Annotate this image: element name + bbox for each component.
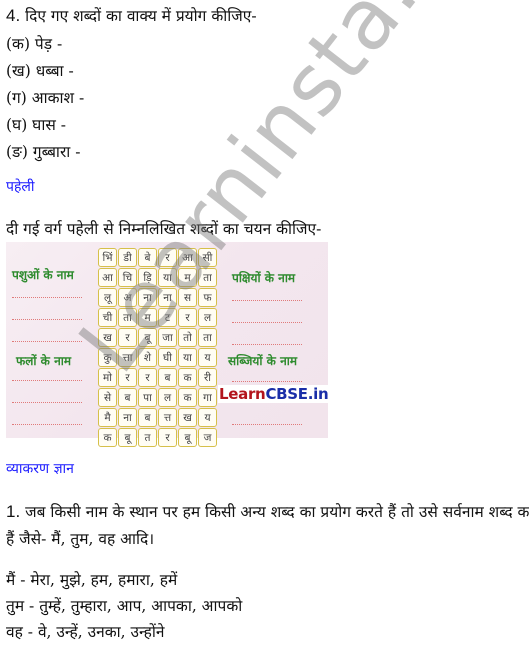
- grid-cell: तो: [178, 328, 197, 347]
- grid-cell: गा: [198, 388, 217, 407]
- question-item: (ग) आकाश -: [6, 89, 85, 107]
- grid-cell: बू: [138, 328, 157, 347]
- grid-cell: र: [158, 248, 177, 267]
- answer-line: [12, 341, 82, 342]
- answer-line: [232, 381, 302, 382]
- letter-grid: भिं डी बे र आ सी आ चि ड़ि या म ता लू अ ना ना स फ ची ता म ट र ल ख…: [98, 248, 217, 447]
- brand-part-2: CBSE.in: [265, 385, 329, 403]
- grid-cell: त्त: [158, 408, 177, 427]
- grid-cell: फ: [198, 288, 217, 307]
- grid-cell: ब: [138, 408, 157, 427]
- grammar-heading-link[interactable]: व्याकरण ज्ञान: [6, 459, 74, 479]
- grid-cell: मो: [98, 368, 117, 387]
- answer-line: [12, 380, 82, 381]
- category-animals: पशुओं के नाम: [12, 268, 74, 282]
- grid-cell: क: [98, 428, 117, 447]
- grid-cell: स: [178, 288, 197, 307]
- grid-cell: ता: [118, 308, 137, 327]
- grid-cell: आ: [98, 268, 117, 287]
- question-item: (ङ) गुब्बारा -: [6, 143, 81, 161]
- grid-cell: ड़ि: [138, 268, 157, 287]
- grid-cell: अ: [118, 288, 137, 307]
- grid-cell: पा: [138, 388, 157, 407]
- grid-cell: ख: [98, 328, 117, 347]
- pronoun-example: मैं - मेरा, मुझे, हम, हमारा, हमें: [6, 571, 178, 589]
- category-birds: पक्षियों के नाम: [232, 271, 296, 285]
- question-number: 4.: [6, 6, 21, 25]
- question-item: (क) पेड़ -: [6, 35, 63, 53]
- grid-cell: कु: [98, 348, 117, 367]
- grammar-text-line-2: हैं जैसे- मैं, तुम, वह आदि।: [6, 530, 155, 548]
- grid-cell: आ: [178, 248, 197, 267]
- brand-logo: LearnCBSE.in: [218, 385, 330, 403]
- grid-cell: र: [158, 428, 177, 447]
- grid-cell: से: [98, 388, 117, 407]
- answer-line: [232, 300, 302, 301]
- grid-cell: त्ता: [118, 348, 137, 367]
- grammar-text-line-1: 1. जब किसी नाम के स्थान पर हम किसी अन्य …: [6, 502, 529, 522]
- question-text: दिए गए शब्दों का वाक्य में प्रयोग कीजिए-: [25, 7, 257, 25]
- grid-cell: ज: [198, 428, 217, 447]
- grid-cell: ब: [118, 388, 137, 407]
- word-puzzle-image: पशुओं के नाम फलों के नाम भिं डी बे र आ सी आ चि ड…: [6, 242, 330, 447]
- grid-cell: ची: [98, 308, 117, 327]
- answer-line: [12, 319, 82, 320]
- grid-cell: सी: [198, 248, 217, 267]
- pronoun-example: तुम - तुम्हें, तुम्हारा, आप, आपका, आपको: [6, 597, 243, 615]
- grid-cell: री: [198, 368, 217, 387]
- answer-line: [232, 344, 302, 345]
- grid-cell: शे: [138, 348, 157, 367]
- grid-cell: क: [178, 388, 197, 407]
- grid-cell: य: [198, 348, 217, 367]
- question-4-title: 4. दिए गए शब्दों का वाक्य में प्रयोग कीज…: [6, 6, 257, 26]
- answer-line: [12, 297, 82, 298]
- category-vegetables: सब्जियों के नाम: [228, 354, 298, 368]
- grid-cell: डी: [118, 248, 137, 267]
- grid-cell: क: [178, 368, 197, 387]
- grid-cell: बू: [118, 428, 137, 447]
- grid-cell: ना: [118, 408, 137, 427]
- grid-cell: ब: [158, 368, 177, 387]
- grid-cell: र: [118, 368, 137, 387]
- grid-cell: ल: [158, 388, 177, 407]
- answer-line: [232, 424, 302, 425]
- brand-part-1: Learn: [219, 385, 266, 403]
- category-fruits: फलों के नाम: [16, 354, 72, 368]
- grammar-text: जब किसी नाम के स्थान पर हम किसी अन्य शब्…: [25, 503, 529, 521]
- grid-cell: बे: [138, 248, 157, 267]
- grammar-number: 1.: [6, 502, 21, 521]
- grid-cell: र: [178, 308, 197, 327]
- grid-cell: ल: [198, 308, 217, 327]
- grid-cell: ट: [158, 308, 177, 327]
- puzzle-heading-link[interactable]: पहेली: [6, 177, 35, 197]
- grid-cell: मै: [98, 408, 117, 427]
- grid-cell: ख: [178, 408, 197, 427]
- grid-cell: भिं: [98, 248, 117, 267]
- answer-line: [12, 402, 82, 403]
- question-item: (ख) धब्बा -: [6, 62, 74, 80]
- question-item: (घ) घास -: [6, 116, 66, 134]
- grid-cell: जा: [158, 328, 177, 347]
- grid-cell: य: [198, 408, 217, 427]
- pronoun-example: वह - वे, उन्हें, उनका, उन्होंने: [6, 623, 165, 641]
- grid-cell: ता: [198, 328, 217, 347]
- grid-cell: या: [158, 268, 177, 287]
- grid-cell: ना: [158, 288, 177, 307]
- grid-cell: त: [138, 428, 157, 447]
- grid-cell: म: [138, 308, 157, 327]
- grid-cell: र: [118, 328, 137, 347]
- grid-cell: घी: [158, 348, 177, 367]
- grid-cell: या: [178, 348, 197, 367]
- grid-cell: चि: [118, 268, 137, 287]
- puzzle-instruction: दी गई वर्ग पहेली से निम्नलिखित शब्दों का…: [6, 220, 322, 238]
- grid-cell: लू: [98, 288, 117, 307]
- grid-cell: र: [138, 368, 157, 387]
- answer-line: [12, 424, 82, 425]
- answer-line: [232, 322, 302, 323]
- grid-cell: ता: [198, 268, 217, 287]
- grid-cell: म: [178, 268, 197, 287]
- grid-cell: ना: [138, 288, 157, 307]
- grid-cell: बू: [178, 428, 197, 447]
